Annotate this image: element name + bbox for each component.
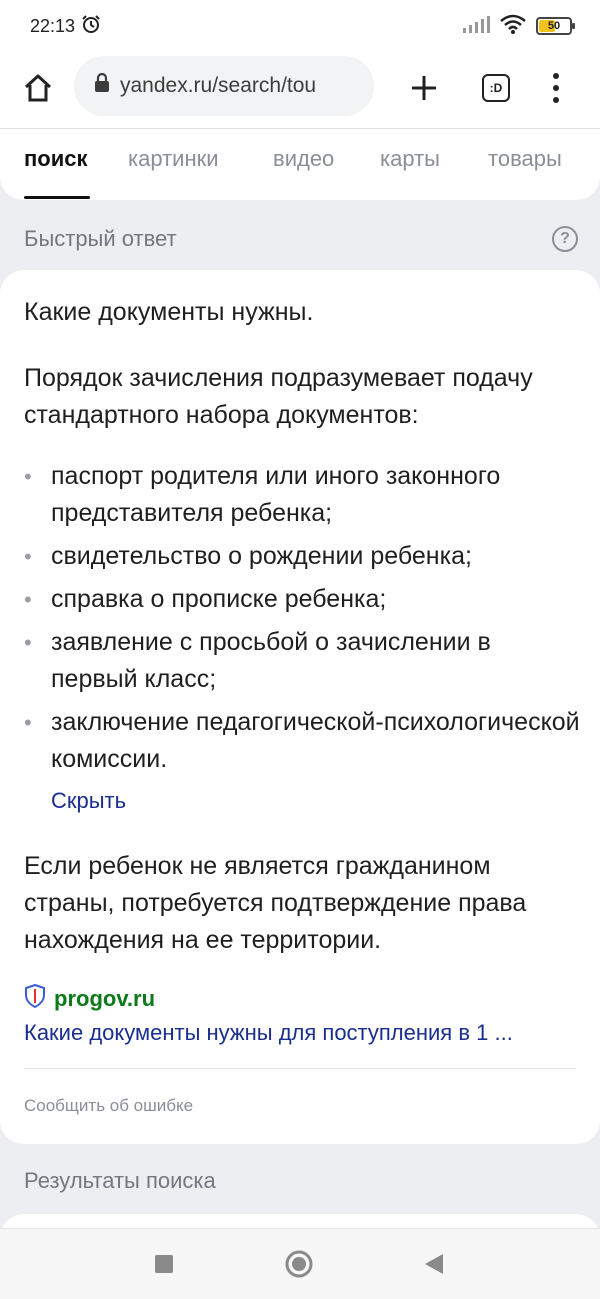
address-bar[interactable]: yandex.ru/search/tou [74,56,374,116]
source-name[interactable]: progov.ru [54,986,155,1012]
signal-icon [462,15,490,38]
plus-icon [412,76,436,100]
source[interactable]: progov.ru [24,983,155,1013]
list-item: заявление с просьбой о зачислении в перв… [24,624,584,698]
alarm-icon [81,14,101,39]
menu-icon-dot [553,85,559,91]
browser-toolbar: yandex.ru/search/tou :D [0,52,600,128]
lock-icon [94,72,110,99]
divider [24,1068,576,1069]
back-button[interactable] [424,1253,444,1275]
url-text: yandex.ru/search/tou [120,74,317,97]
answer-intro: Порядок зачисления подразумевает подачу … [24,364,533,429]
home-icon [24,74,52,102]
tab-products[interactable]: товары [488,146,562,172]
battery-level: 50 [547,20,561,32]
document-list: паспорт родителя или иного законного пре… [24,458,584,784]
tab-count: :D [489,81,503,95]
list-item: паспорт родителя или иного законного пре… [24,458,584,532]
menu-icon-dot [553,73,559,79]
back-triangle-icon [425,1254,443,1274]
results-header: Результаты поиска [24,1168,216,1193]
answer-note: Если ребенок не является гражданином стр… [24,852,527,954]
report-error-link[interactable]: Сообщить об ошибке [24,1096,193,1116]
tab-maps[interactable]: карты [380,146,440,172]
active-tab-indicator [24,196,90,199]
list-item: заключение педагогической-психологическо… [24,704,584,778]
quick-answer-card: Какие документы нужны. Порядок зачислени… [0,270,600,1144]
search-tabs: поиск картинки видео карты товары [0,128,600,200]
answer-title: Какие документы нужны. [24,298,314,326]
help-icon[interactable]: ? [552,226,578,252]
tab-images[interactable]: картинки [128,146,219,172]
new-tab-button[interactable] [402,66,446,110]
source-link[interactable]: Какие документы нужны для поступления в … [24,1020,576,1046]
menu-button[interactable] [540,68,572,108]
list-item: справка о прописке ребенка; [24,581,584,618]
status-bar: 22:13 50 [0,0,600,52]
circle-icon [285,1250,313,1278]
wifi-icon [500,14,526,39]
list-item: свидетельство о рождении ребенка; [24,538,584,575]
status-time: 22:13 [30,15,76,36]
recents-button[interactable] [154,1254,174,1274]
hide-link[interactable]: Скрыть [51,788,126,814]
system-nav-bar [0,1228,600,1299]
square-icon [155,1255,173,1273]
tab-video[interactable]: видео [273,146,334,172]
home-button[interactable] [18,68,58,108]
tabs-button[interactable]: :D [478,70,514,106]
menu-icon-dot [553,97,559,103]
tab-search[interactable]: поиск [24,146,88,172]
shield-icon [24,983,46,1013]
tabs-icon: :D [482,74,510,102]
battery-icon: 50 [536,17,575,35]
home-nav-button[interactable] [284,1249,314,1279]
quick-answer-header: Быстрый ответ [24,226,177,251]
